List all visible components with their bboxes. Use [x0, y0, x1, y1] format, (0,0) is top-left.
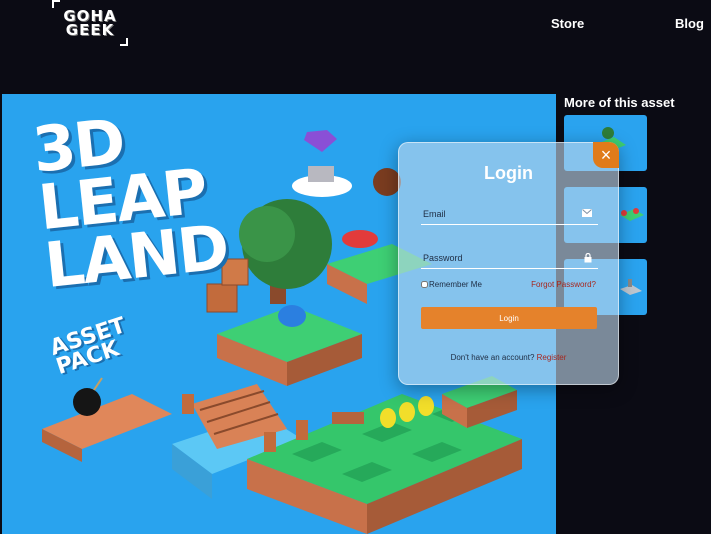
envelope-icon — [582, 209, 592, 217]
enemy-ball — [373, 168, 401, 196]
login-button[interactable]: Login — [421, 307, 597, 329]
bomb — [73, 388, 101, 416]
blue-slime — [278, 305, 306, 327]
logo-corner — [52, 0, 60, 8]
password-field[interactable] — [421, 247, 598, 269]
remember-me[interactable]: Remember Me — [421, 280, 482, 289]
wooden-sign — [332, 412, 364, 424]
forgot-password-link[interactable]: Forgot Password? — [531, 280, 596, 289]
nav-blog-link[interactable]: Blog — [675, 16, 704, 31]
register-link[interactable]: Register — [537, 353, 567, 362]
lock-icon — [584, 253, 592, 263]
more-assets-heading: More of this asset — [564, 95, 675, 110]
password-input[interactable] — [421, 247, 598, 268]
remember-me-label: Remember Me — [429, 280, 482, 289]
log-post — [264, 432, 276, 452]
stone-block — [308, 166, 334, 182]
close-icon[interactable]: × — [593, 142, 619, 168]
register-prompt: Don't have an account? Register — [399, 353, 618, 362]
floating-gem — [304, 130, 337, 152]
red-button — [342, 230, 378, 248]
bomb-fuse — [93, 377, 103, 391]
no-account-text: Don't have an account? — [450, 353, 535, 362]
email-field[interactable] — [421, 203, 598, 225]
page: GOHA GEEK Store Blog 3D LEAP LAND ASSET … — [0, 0, 711, 534]
crate — [206, 283, 238, 313]
email-input[interactable] — [421, 203, 598, 224]
remember-me-checkbox[interactable] — [421, 281, 428, 288]
top-nav: Store Blog — [0, 16, 711, 36]
tree-canopy — [239, 206, 295, 262]
logo-corner — [120, 38, 128, 46]
hero-title-line: LAND — [41, 210, 231, 303]
log-post — [182, 394, 194, 414]
nav-store-link[interactable]: Store — [551, 16, 584, 31]
login-modal: Login Remember Me Forgot Password? Login… — [398, 142, 619, 385]
login-title: Login — [484, 163, 533, 183]
log-post — [296, 420, 308, 440]
hero-title: 3D LEAP LAND — [29, 103, 231, 303]
